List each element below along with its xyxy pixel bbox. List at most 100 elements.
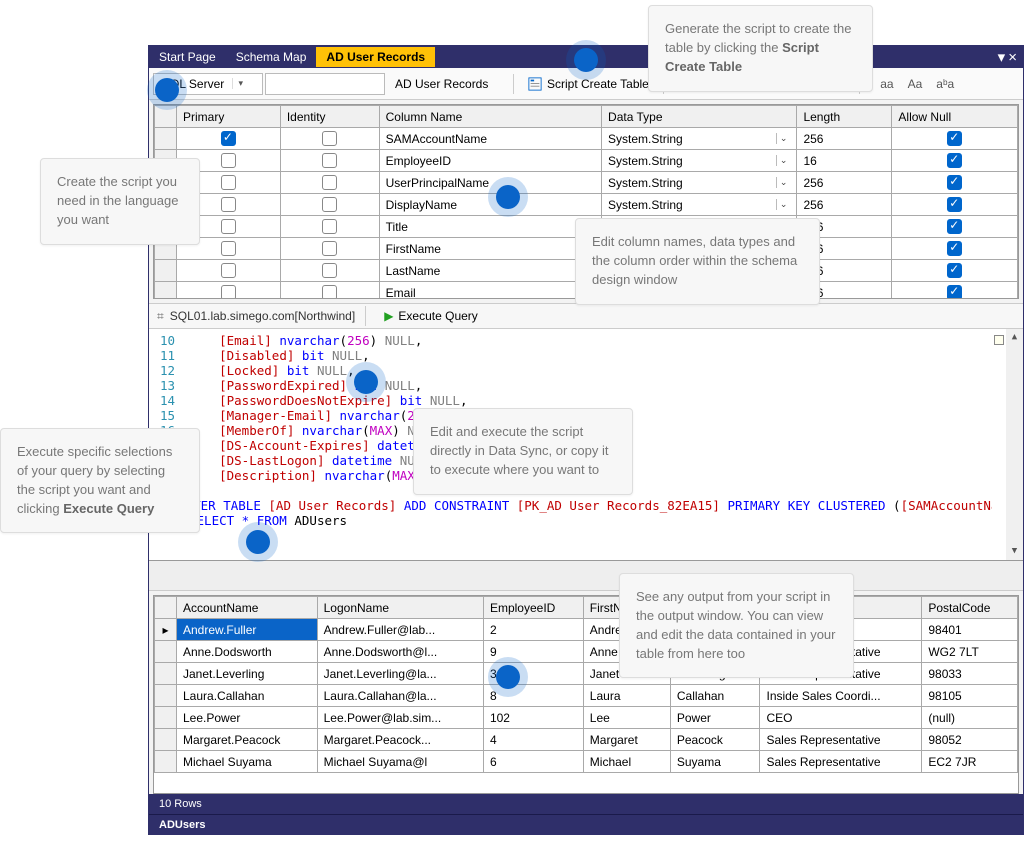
lowercase-button[interactable]: aa: [874, 75, 899, 93]
result-cell[interactable]: 9: [483, 641, 583, 663]
result-cell[interactable]: 2: [483, 619, 583, 641]
result-cell[interactable]: Peacock: [670, 729, 760, 751]
allownull-checkbox[interactable]: [947, 131, 962, 146]
chevron-down-icon[interactable]: ⌄: [776, 177, 791, 188]
result-cell[interactable]: (null): [922, 707, 1018, 729]
result-row[interactable]: Michael SuyamaMichael Suyama@l6MichaelSu…: [155, 751, 1018, 773]
result-column-header[interactable]: AccountName: [177, 597, 318, 619]
schema-row[interactable]: SAMAccountNameSystem.String⌄256: [155, 128, 1018, 150]
tab-schema-map[interactable]: Schema Map: [226, 47, 317, 67]
row-header[interactable]: [155, 685, 177, 707]
length-cell[interactable]: 256: [797, 172, 892, 194]
identity-checkbox[interactable]: [322, 285, 337, 299]
result-cell[interactable]: CEO: [760, 707, 922, 729]
result-cell[interactable]: Michael Suyama: [177, 751, 318, 773]
length-cell[interactable]: 256: [797, 194, 892, 216]
result-row[interactable]: Margaret.PeacockMargaret.Peacock...4Marg…: [155, 729, 1018, 751]
chevron-down-icon[interactable]: ⌄: [776, 199, 791, 210]
allownull-checkbox[interactable]: [947, 153, 962, 168]
result-cell[interactable]: 98105: [922, 685, 1018, 707]
result-cell[interactable]: Margaret.Peacock: [177, 729, 318, 751]
column-name-cell[interactable]: FirstName: [379, 238, 601, 260]
primary-checkbox[interactable]: [221, 285, 236, 299]
identity-checkbox[interactable]: [322, 219, 337, 234]
data-type-cell[interactable]: System.String⌄: [602, 150, 797, 172]
primary-checkbox[interactable]: [221, 197, 236, 212]
column-header[interactable]: Column Name: [379, 106, 601, 128]
camelcase-button[interactable]: aᵇa: [930, 75, 960, 93]
column-name-cell[interactable]: SAMAccountName: [379, 128, 601, 150]
tab-ad-user-records[interactable]: AD User Records: [316, 47, 435, 67]
primary-checkbox[interactable]: [221, 131, 236, 146]
result-cell[interactable]: Anne.Dodsworth@l...: [317, 641, 483, 663]
result-cell[interactable]: Suyama: [670, 751, 760, 773]
chevron-down-icon[interactable]: ▾: [232, 78, 248, 89]
row-header[interactable]: ▸: [155, 619, 177, 641]
column-name-cell[interactable]: LastName: [379, 260, 601, 282]
primary-checkbox[interactable]: [221, 241, 236, 256]
pin-icon[interactable]: ▾: [998, 49, 1006, 66]
data-type-cell[interactable]: System.String⌄: [602, 194, 797, 216]
tab-start-page[interactable]: Start Page: [149, 47, 226, 67]
result-cell[interactable]: Anne.Dodsworth: [177, 641, 318, 663]
result-cell[interactable]: Sales Representative: [760, 751, 922, 773]
column-header[interactable]: Identity: [280, 106, 379, 128]
allownull-checkbox[interactable]: [947, 219, 962, 234]
window-buttons[interactable]: ▾ ×: [992, 50, 1023, 65]
identity-checkbox[interactable]: [322, 175, 337, 190]
column-header[interactable]: Primary: [177, 106, 281, 128]
result-cell[interactable]: Callahan: [670, 685, 760, 707]
scroll-up-icon[interactable]: ▲: [1006, 329, 1023, 346]
result-cell[interactable]: EC2 7JR: [922, 751, 1018, 773]
data-type-cell[interactable]: System.String⌄: [602, 128, 797, 150]
result-cell[interactable]: 6: [483, 751, 583, 773]
result-cell[interactable]: Inside Sales Coordi...: [760, 685, 922, 707]
result-cell[interactable]: Michael: [583, 751, 670, 773]
identity-checkbox[interactable]: [322, 241, 337, 256]
allownull-checkbox[interactable]: [947, 241, 962, 256]
titlecase-button[interactable]: Aa: [902, 75, 929, 93]
result-cell[interactable]: 98033: [922, 663, 1018, 685]
primary-checkbox[interactable]: [221, 153, 236, 168]
result-cell[interactable]: Margaret.Peacock...: [317, 729, 483, 751]
script-name-input[interactable]: [265, 73, 385, 95]
row-header[interactable]: [155, 751, 177, 773]
identity-checkbox[interactable]: [322, 153, 337, 168]
execute-query-button[interactable]: ▶ Execute Query: [376, 303, 486, 329]
allownull-checkbox[interactable]: [947, 175, 962, 190]
row-header[interactable]: [155, 707, 177, 729]
data-type-cell[interactable]: System.String⌄: [602, 172, 797, 194]
result-row[interactable]: Janet.LeverlingJanet.Leverling@la...3Jan…: [155, 663, 1018, 685]
result-cell[interactable]: Laura.Callahan: [177, 685, 318, 707]
result-cell[interactable]: 4: [483, 729, 583, 751]
primary-checkbox[interactable]: [221, 219, 236, 234]
column-name-cell[interactable]: DisplayName: [379, 194, 601, 216]
result-cell[interactable]: Lee.Power: [177, 707, 318, 729]
result-cell[interactable]: 102: [483, 707, 583, 729]
schema-row[interactable]: UserPrincipalNameSystem.String⌄256: [155, 172, 1018, 194]
result-cell[interactable]: 98401: [922, 619, 1018, 641]
result-cell[interactable]: Laura.Callahan@la...: [317, 685, 483, 707]
result-cell[interactable]: Janet.Leverling@la...: [317, 663, 483, 685]
result-cell[interactable]: 98052: [922, 729, 1018, 751]
column-name-cell[interactable]: UserPrincipalName: [379, 172, 601, 194]
row-header[interactable]: [155, 641, 177, 663]
allownull-checkbox[interactable]: [947, 197, 962, 212]
result-cell[interactable]: Laura: [583, 685, 670, 707]
length-cell[interactable]: 256: [797, 128, 892, 150]
result-cell[interactable]: Janet.Leverling: [177, 663, 318, 685]
row-header[interactable]: [155, 663, 177, 685]
column-header[interactable]: Allow Null: [892, 106, 1018, 128]
column-name-cell[interactable]: Email: [379, 282, 601, 300]
primary-checkbox[interactable]: [221, 175, 236, 190]
row-header[interactable]: [155, 729, 177, 751]
schema-row[interactable]: EmployeeIDSystem.String⌄16: [155, 150, 1018, 172]
result-row[interactable]: Lee.PowerLee.Power@lab.sim...102LeePower…: [155, 707, 1018, 729]
length-cell[interactable]: 16: [797, 150, 892, 172]
result-column-header[interactable]: EmployeeID: [483, 597, 583, 619]
identity-checkbox[interactable]: [322, 197, 337, 212]
result-cell[interactable]: 8: [483, 685, 583, 707]
result-cell[interactable]: Michael Suyama@l: [317, 751, 483, 773]
result-cell[interactable]: Andrew.Fuller@lab...: [317, 619, 483, 641]
chevron-down-icon[interactable]: ⌄: [776, 133, 791, 144]
